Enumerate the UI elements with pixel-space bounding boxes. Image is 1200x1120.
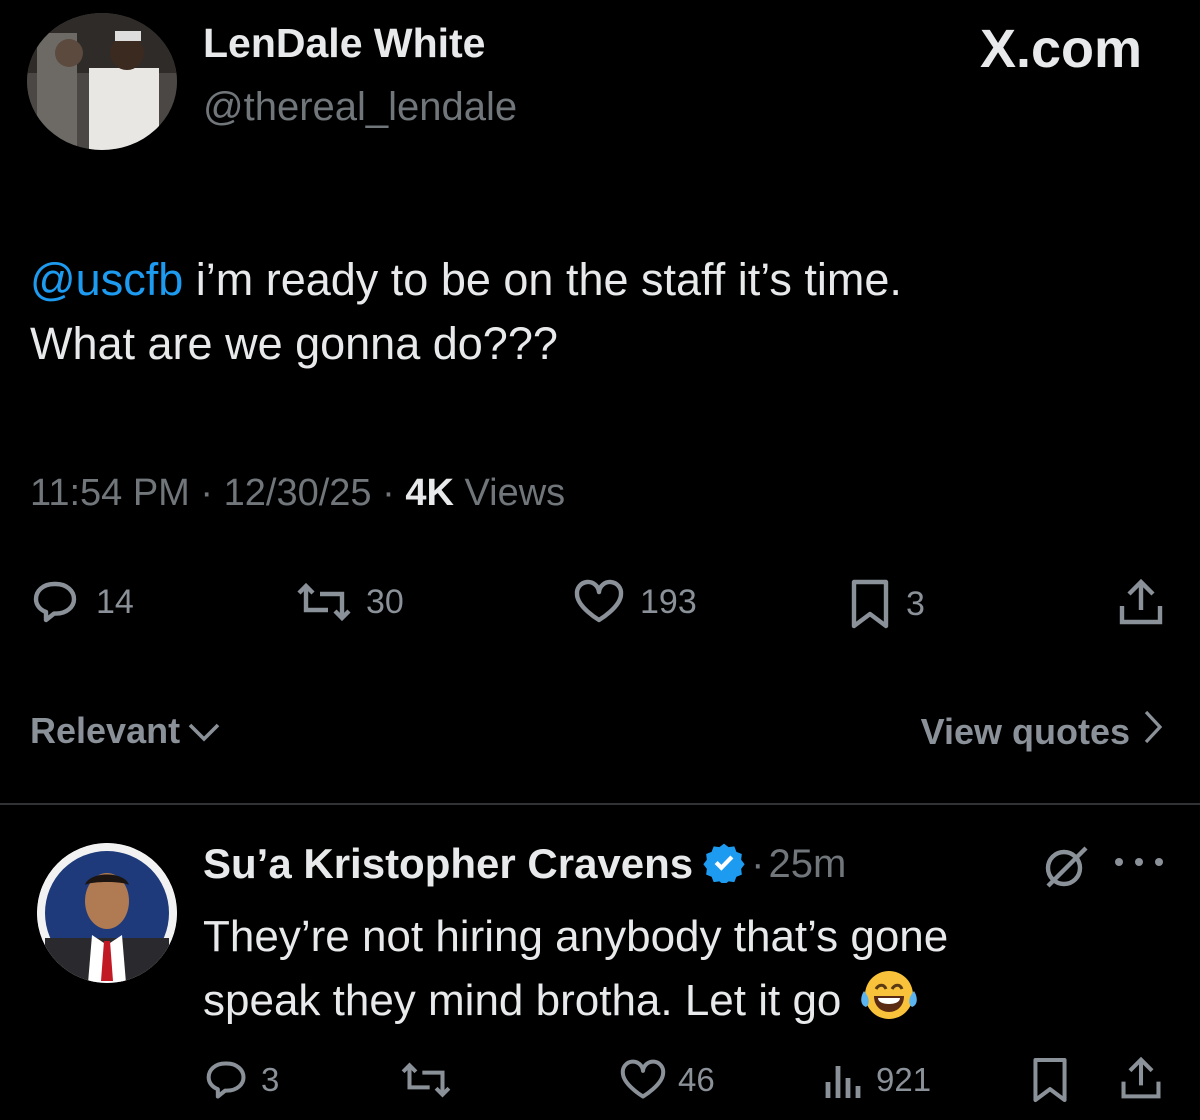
mention-link[interactable]: @uscfb	[30, 254, 183, 305]
views-icon	[822, 1058, 866, 1102]
reply-header: Su’a Kristopher Cravens · 25m	[203, 840, 846, 888]
reply-avatar-image	[37, 843, 177, 983]
view-quotes-label: View quotes	[920, 710, 1130, 752]
reply-author-name[interactable]: Su’a Kristopher Cravens	[203, 840, 693, 888]
reply-bookmark-button[interactable]	[1030, 1056, 1070, 1109]
reply-age[interactable]: 25m	[769, 842, 847, 887]
author-avatar[interactable]	[27, 13, 177, 150]
reply-like-action[interactable]: 46	[618, 1058, 715, 1102]
reply-reply-action[interactable]: 3	[203, 1058, 279, 1102]
reply-views-count: 921	[876, 1061, 932, 1098]
bookmark-icon	[848, 578, 892, 630]
tweet-text-line1: i’m ready to be on the staff it’s time.	[183, 254, 902, 305]
chevron-right-icon	[1144, 710, 1163, 753]
reply-action[interactable]: 14	[30, 578, 134, 626]
views-count: 4K	[405, 472, 454, 514]
reply-like-count: 46	[678, 1061, 715, 1098]
divider	[0, 803, 1200, 805]
verified-badge-icon	[703, 841, 745, 888]
reply-repost-action[interactable]	[400, 1058, 452, 1102]
share-icon	[1118, 1056, 1164, 1106]
repost-action[interactable]: 30	[296, 578, 404, 626]
grok-button[interactable]	[1042, 842, 1090, 895]
sort-label: Relevant	[30, 710, 181, 751]
like-action[interactable]: 193	[572, 578, 697, 626]
chevron-down-icon	[188, 710, 220, 752]
author-handle[interactable]: @thereal_lendale	[203, 85, 517, 130]
share-button[interactable]	[1116, 576, 1166, 633]
tweet-text: @uscfb i’m ready to be on the staff it’s…	[30, 248, 1180, 376]
like-icon	[572, 578, 626, 626]
reply-separator: ·	[751, 841, 765, 886]
reply-text: They’re not hiring anybody that’s gone s…	[203, 905, 1163, 1039]
reply-count: 14	[96, 582, 134, 621]
grok-icon	[1042, 846, 1090, 894]
reply-icon	[30, 578, 82, 626]
reply-text-line1: They’re not hiring anybody that’s gone	[203, 912, 949, 961]
reply-share-button[interactable]	[1118, 1054, 1164, 1107]
bookmark-action[interactable]: 3	[848, 578, 925, 630]
site-label: X.com	[979, 19, 1142, 79]
sort-dropdown[interactable]: Relevant	[30, 710, 220, 752]
meta-separator: ·	[200, 472, 214, 514]
repost-icon	[400, 1058, 452, 1102]
bookmark-count: 3	[906, 584, 925, 623]
more-icon	[1112, 856, 1166, 873]
share-icon	[1116, 578, 1166, 632]
views-label: Views	[464, 472, 566, 514]
reply-reply-count: 3	[261, 1061, 280, 1098]
author-name[interactable]: LenDale White	[203, 20, 485, 67]
more-button[interactable]	[1112, 855, 1166, 874]
like-icon	[618, 1058, 668, 1102]
reply-icon	[203, 1058, 251, 1102]
repost-icon	[296, 578, 352, 626]
reply-author-avatar[interactable]	[37, 843, 177, 983]
reply-views-action[interactable]: 921	[822, 1058, 931, 1102]
meta-separator: ·	[382, 472, 395, 514]
tweet-time[interactable]: 11:54 PM	[30, 472, 190, 514]
tweet-text-line2: What are we gonna do???	[30, 318, 558, 369]
view-quotes-link[interactable]: View quotes	[920, 710, 1163, 753]
tweet-meta: 11:54 PM · 12/30/25 · 4K Views	[30, 472, 565, 515]
like-count: 193	[640, 582, 697, 621]
reply-text-line2: speak they mind brotha. Let it go	[203, 976, 842, 1025]
author-avatar-image	[27, 13, 177, 150]
bookmark-icon	[1030, 1058, 1070, 1108]
tweet-date[interactable]: 12/30/25	[224, 472, 372, 514]
repost-count: 30	[366, 582, 404, 621]
emoji-icon	[860, 969, 918, 1039]
